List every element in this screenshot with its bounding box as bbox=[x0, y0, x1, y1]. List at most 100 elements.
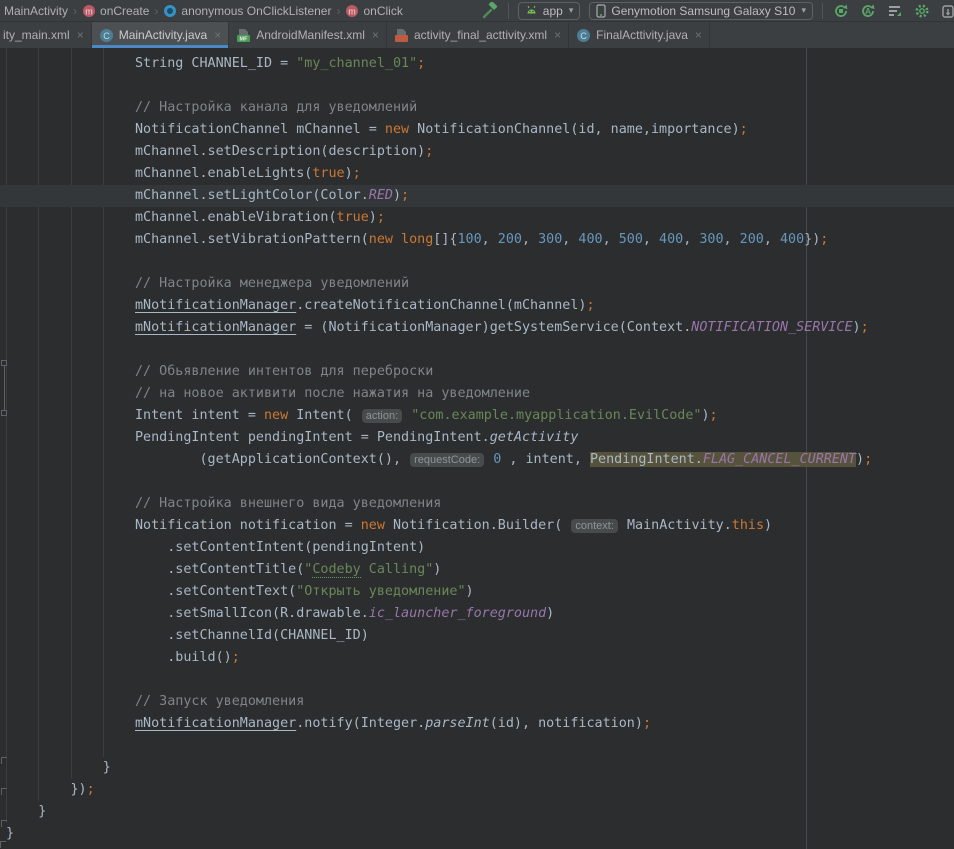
code-line[interactable]: mChannel.enableVibration(true); bbox=[0, 207, 954, 229]
attach-debugger-icon[interactable] bbox=[940, 2, 954, 20]
breadcrumb-separator: › bbox=[149, 4, 163, 18]
run-config-label: app bbox=[543, 4, 563, 18]
code-line[interactable]: .build(); bbox=[0, 647, 954, 669]
tab-androidmanifest-xml[interactable]: MF AndroidManifest.xml × bbox=[229, 22, 387, 48]
svg-text:m: m bbox=[349, 6, 357, 16]
code-line[interactable] bbox=[0, 339, 954, 361]
tab-finalacttivity-java[interactable]: C FinalActtivity.java × bbox=[569, 22, 710, 48]
java-class-icon: C bbox=[576, 28, 591, 43]
code-line[interactable] bbox=[0, 471, 954, 493]
code-line[interactable]: // Обьявление интентов для переброски bbox=[0, 361, 954, 383]
code-line[interactable]: mNotificationManager.createNotificationC… bbox=[0, 295, 954, 317]
code-line[interactable]: // Настройка менеджера уведомлений bbox=[0, 273, 954, 295]
code-line[interactable]: mChannel.setDescription(description); bbox=[0, 141, 954, 163]
code-line[interactable]: mNotificationManager.notify(Integer.pars… bbox=[0, 713, 954, 735]
code-line[interactable]: .setSmallIcon(R.drawable.ic_launcher_for… bbox=[0, 603, 954, 625]
chevron-down-icon: ▾ bbox=[569, 5, 574, 16]
device-phone-icon bbox=[596, 4, 606, 18]
close-tab-icon[interactable]: × bbox=[695, 28, 702, 42]
method-icon: m bbox=[82, 4, 96, 18]
fold-marker[interactable] bbox=[1, 788, 7, 795]
svg-text:m: m bbox=[85, 6, 93, 16]
svg-text:A: A bbox=[865, 7, 871, 16]
chevron-down-icon: ▾ bbox=[801, 5, 806, 16]
code-line[interactable]: mChannel.setLightColor(Color.RED); bbox=[0, 185, 954, 207]
breadcrumb-item-mainactivity[interactable]: MainActivity bbox=[4, 4, 68, 18]
code-line[interactable]: String CHANNEL_ID = "my_channel_01"; bbox=[0, 53, 954, 75]
code-line[interactable] bbox=[0, 735, 954, 757]
breadcrumb-item-anonymous-class[interactable]: anonymous OnClickListener bbox=[163, 4, 331, 18]
code-line[interactable]: mChannel.enableLights(true); bbox=[0, 163, 954, 185]
anonymous-class-icon bbox=[163, 4, 177, 18]
device-select[interactable]: Genymotion Samsung Galaxy S10 ▾ bbox=[589, 2, 813, 20]
build-hammer-icon[interactable] bbox=[481, 2, 499, 20]
close-tab-icon[interactable]: × bbox=[554, 28, 561, 42]
code-line[interactable]: // Запуск уведомления bbox=[0, 691, 954, 713]
code-line[interactable]: .setContentText("Открыть уведомление") bbox=[0, 581, 954, 603]
code-line[interactable]: // Настройка внешнего вида уведомления bbox=[0, 493, 954, 515]
code-line[interactable]: .setContentTitle("Codeby Calling") bbox=[0, 559, 954, 581]
android-icon bbox=[525, 5, 538, 16]
code-line[interactable]: } bbox=[0, 823, 954, 845]
editor-tab-bar: ity_main.xml × C MainActivity.java × MF … bbox=[0, 22, 954, 48]
tab-label: ity_main.xml bbox=[3, 28, 70, 42]
java-class-icon: C bbox=[99, 28, 114, 43]
close-tab-icon[interactable]: × bbox=[214, 28, 221, 42]
device-label: Genymotion Samsung Galaxy S10 bbox=[611, 4, 795, 18]
breadcrumb-item-oncreate[interactable]: m onCreate bbox=[82, 4, 149, 18]
code-line[interactable]: PendingIntent pendingIntent = PendingInt… bbox=[0, 427, 954, 449]
fold-marker[interactable] bbox=[1, 757, 7, 764]
tab-label: activity_final_acttivity.xml bbox=[414, 28, 547, 42]
breadcrumb-label: MainActivity bbox=[4, 4, 68, 18]
code-line[interactable]: }); bbox=[0, 779, 954, 801]
code-line[interactable]: } bbox=[0, 801, 954, 823]
code-line[interactable]: // на новое активити после нажатия на ув… bbox=[0, 383, 954, 405]
code-line[interactable] bbox=[0, 669, 954, 691]
code-editor[interactable]: String CHANNEL_ID = "my_channel_01"; // … bbox=[0, 48, 954, 849]
tab-mainactivity-java[interactable]: C MainActivity.java × bbox=[92, 22, 230, 48]
code-line[interactable]: mChannel.setVibrationPattern(new long[]{… bbox=[0, 229, 954, 251]
breadcrumb-label: onCreate bbox=[100, 4, 149, 18]
main-toolbar: MainActivity › m onCreate › anonymous On… bbox=[0, 0, 954, 22]
code-line[interactable]: .setContentIntent(pendingIntent) bbox=[0, 537, 954, 559]
code-line[interactable] bbox=[0, 75, 954, 97]
apply-code-changes-icon[interactable]: A bbox=[859, 2, 877, 20]
breadcrumb-label: anonymous OnClickListener bbox=[181, 4, 331, 18]
toolbar-actions: app ▾ Genymotion Samsung Galaxy S10 ▾ bbox=[481, 2, 954, 20]
manifest-file-icon: MF bbox=[236, 28, 251, 43]
close-tab-icon[interactable]: × bbox=[77, 28, 84, 42]
android-studio-window: MainActivity › m onCreate › anonymous On… bbox=[0, 0, 954, 849]
code-line[interactable]: .setChannelId(CHANNEL_ID) bbox=[0, 625, 954, 647]
code-line[interactable]: mNotificationManager = (NotificationMana… bbox=[0, 317, 954, 339]
tab-label: MainActivity.java bbox=[119, 28, 207, 42]
breadcrumb-separator: › bbox=[68, 4, 82, 18]
toolbar-separator bbox=[822, 3, 823, 19]
layout-xml-file-icon bbox=[394, 28, 409, 43]
breadcrumb-label: onClick bbox=[363, 4, 402, 18]
tab-activity-main-xml[interactable]: ity_main.xml × bbox=[0, 22, 92, 48]
code-line[interactable]: Intent intent = new Intent( action: "com… bbox=[0, 405, 954, 427]
code-line[interactable]: (getApplicationContext(), requestCode: 0… bbox=[0, 449, 954, 471]
fold-marker[interactable] bbox=[0, 841, 6, 848]
tab-label: FinalActtivity.java bbox=[596, 28, 688, 42]
code-line[interactable]: Notification notification = new Notifica… bbox=[0, 515, 954, 537]
code-lines: String CHANNEL_ID = "my_channel_01"; // … bbox=[0, 48, 954, 845]
profiler-icon[interactable] bbox=[886, 2, 904, 20]
code-line[interactable] bbox=[0, 251, 954, 273]
apply-changes-icon[interactable] bbox=[832, 2, 850, 20]
svg-text:C: C bbox=[580, 31, 587, 41]
gear-icon[interactable] bbox=[913, 2, 931, 20]
breadcrumb-separator: › bbox=[331, 4, 345, 18]
code-line[interactable]: NotificationChannel mChannel = new Notif… bbox=[0, 119, 954, 141]
manifest-badge: MF bbox=[240, 36, 249, 42]
breadcrumb-item-onclick[interactable]: m onClick bbox=[345, 4, 402, 18]
code-line[interactable]: // Настройка канала для уведомлений bbox=[0, 97, 954, 119]
close-tab-icon[interactable]: × bbox=[372, 28, 379, 42]
fold-marker[interactable] bbox=[1, 820, 7, 827]
run-config-select[interactable]: app ▾ bbox=[518, 2, 581, 20]
code-line[interactable]: } bbox=[0, 757, 954, 779]
toolbar-separator bbox=[508, 3, 509, 19]
tab-label: AndroidManifest.xml bbox=[256, 28, 365, 42]
tab-activity-final-acttivity-xml[interactable]: activity_final_acttivity.xml × bbox=[387, 22, 569, 48]
fold-marker[interactable] bbox=[1, 360, 7, 416]
